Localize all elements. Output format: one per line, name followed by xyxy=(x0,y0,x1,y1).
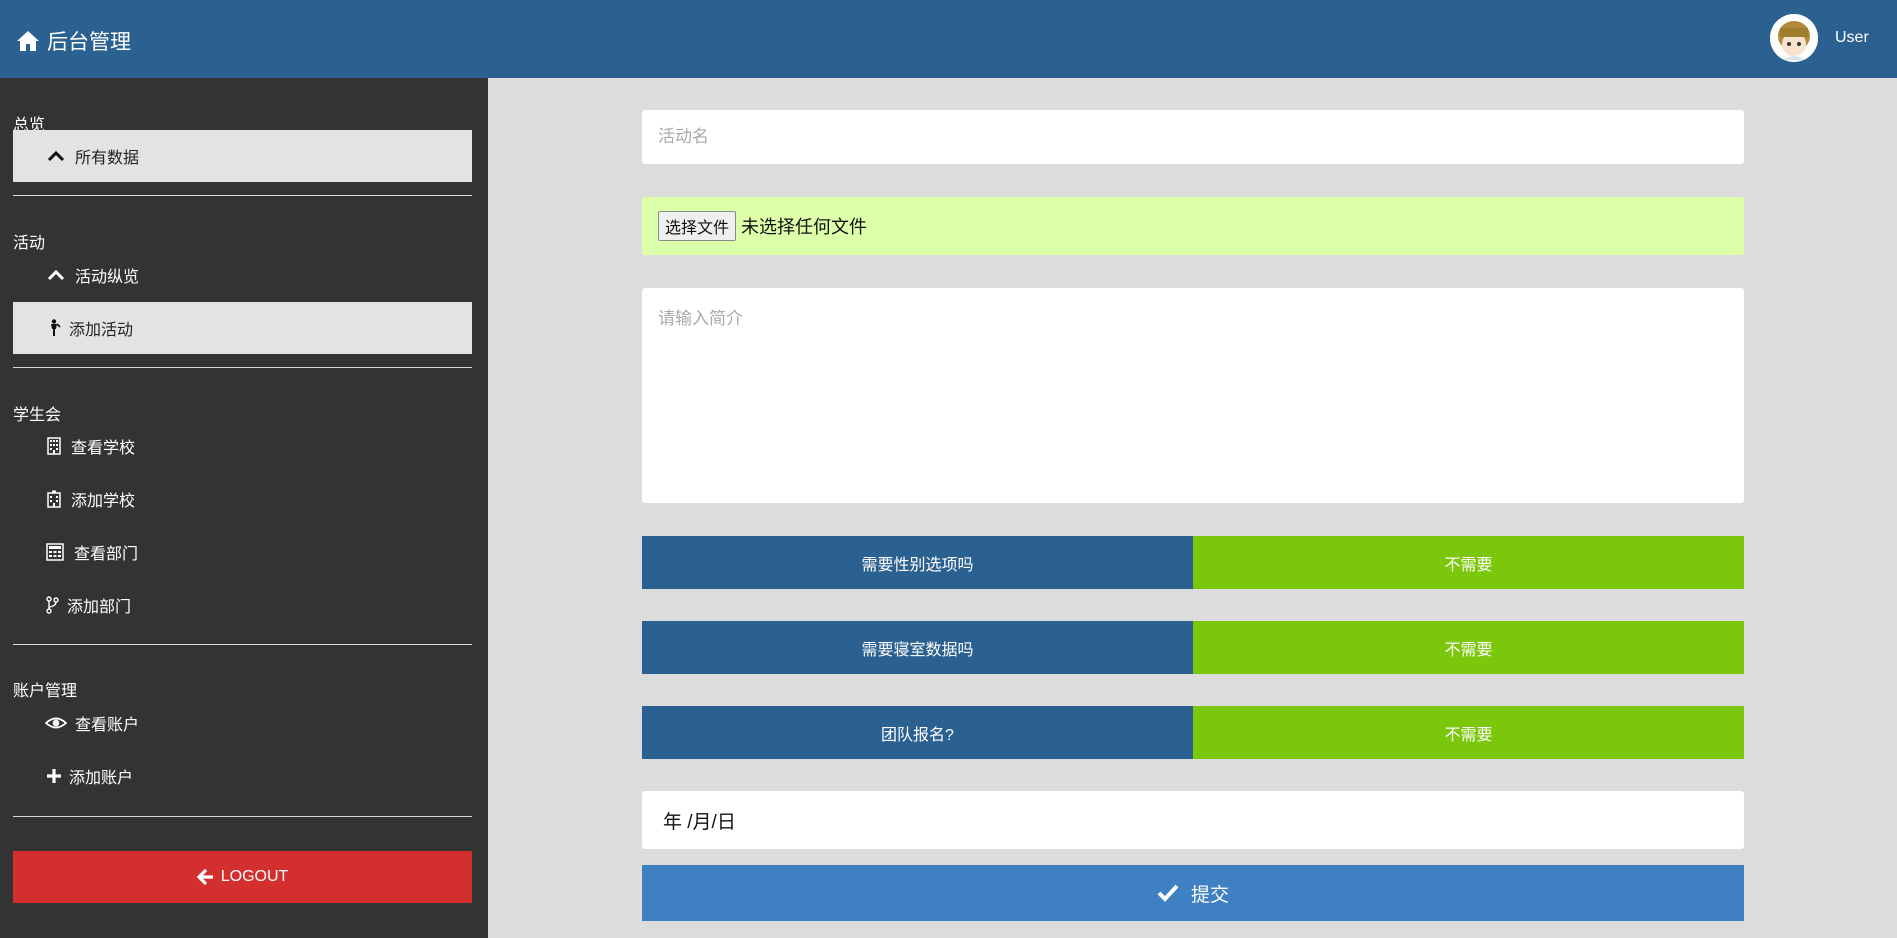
calculator-icon xyxy=(44,542,66,562)
sidebar-item-label: 添加活动 xyxy=(69,322,134,339)
sidebar-item-label: 查看学校 xyxy=(71,440,136,457)
branch-icon xyxy=(41,595,63,615)
intro-textarea[interactable] xyxy=(642,288,1744,503)
divider xyxy=(13,367,472,368)
check-icon xyxy=(1157,884,1179,902)
dorm-option-question: 需要寝室数据吗 xyxy=(642,621,1193,674)
gender-option-question: 需要性别选项吗 xyxy=(642,536,1193,589)
top-header: 后台管理 User xyxy=(0,0,1897,78)
sidebar-item-label: 所有数据 xyxy=(75,150,140,167)
sidebar-item-add-account[interactable]: 添加账户 xyxy=(13,750,472,802)
sidebar-item-label: 添加部门 xyxy=(67,599,132,616)
sidebar-item-all-data[interactable]: 所有数据 xyxy=(13,130,472,182)
avatar[interactable] xyxy=(1770,14,1818,62)
logout-label: LOGOUT xyxy=(220,868,289,885)
dorm-option-toggle[interactable]: 不需要 xyxy=(1193,621,1744,674)
date-placeholder: 年 /月/日 xyxy=(663,811,736,833)
sidebar-item-label: 活动纵览 xyxy=(75,269,140,286)
sidebar-item-label: 查看部门 xyxy=(74,546,139,563)
chevron-up-icon xyxy=(45,146,67,166)
dorm-option-row: 需要寝室数据吗 不需要 xyxy=(642,621,1744,674)
team-option-toggle[interactable]: 不需要 xyxy=(1193,706,1744,759)
home-icon xyxy=(17,31,39,51)
brand-link[interactable]: 后台管理 xyxy=(16,26,131,56)
team-option-question: 团队报名? xyxy=(642,706,1193,759)
submit-label: 提交 xyxy=(1190,884,1229,906)
sidebar-item-view-account[interactable]: 查看账户 xyxy=(13,697,472,749)
sidebar: 总览 所有数据 活动 活动纵览 添加活动 学生会 查看学校 添加学校 查看部门 … xyxy=(0,78,488,938)
sidebar-item-label: 添加账户 xyxy=(69,770,134,787)
team-option-row: 团队报名? 不需要 xyxy=(642,706,1744,759)
logout-button[interactable]: LOGOUT xyxy=(13,851,472,903)
sidebar-item-view-school[interactable]: 查看学校 xyxy=(13,420,472,472)
plus-icon xyxy=(43,766,65,786)
file-upload-field: 选择文件 未选择任何文件 xyxy=(642,197,1744,255)
sidebar-item-label: 查看账户 xyxy=(75,717,140,734)
eye-icon xyxy=(45,713,67,733)
user-name[interactable]: User xyxy=(1835,29,1869,47)
hospital-building-icon xyxy=(43,489,65,509)
file-status: 未选择任何文件 xyxy=(741,217,868,237)
sidebar-item-add-school[interactable]: 添加学校 xyxy=(13,473,472,525)
sidebar-item-label: 添加学校 xyxy=(71,493,136,510)
person-icon xyxy=(43,318,65,338)
gender-option-toggle[interactable]: 不需要 xyxy=(1193,536,1744,589)
sidebar-item-add-activity[interactable]: 添加活动 xyxy=(13,302,472,354)
gender-option-row: 需要性别选项吗 不需要 xyxy=(642,536,1744,589)
divider xyxy=(13,816,472,817)
sidebar-item-view-department[interactable]: 查看部门 xyxy=(13,526,472,578)
divider xyxy=(13,195,472,196)
building-icon xyxy=(43,436,65,456)
sidebar-item-activity-overview[interactable]: 活动纵览 xyxy=(13,249,472,301)
chevron-up-icon xyxy=(45,265,67,285)
brand-title: 后台管理 xyxy=(47,31,131,54)
submit-button[interactable]: 提交 xyxy=(642,865,1744,921)
date-input[interactable]: 年 /月/日 xyxy=(642,791,1744,849)
divider xyxy=(13,644,472,645)
avatar-image xyxy=(1770,14,1818,62)
activity-name-input[interactable] xyxy=(642,110,1744,164)
arrow-left-icon xyxy=(196,868,213,886)
choose-file-button[interactable]: 选择文件 xyxy=(658,211,737,241)
sidebar-item-add-department[interactable]: 添加部门 xyxy=(13,579,472,631)
